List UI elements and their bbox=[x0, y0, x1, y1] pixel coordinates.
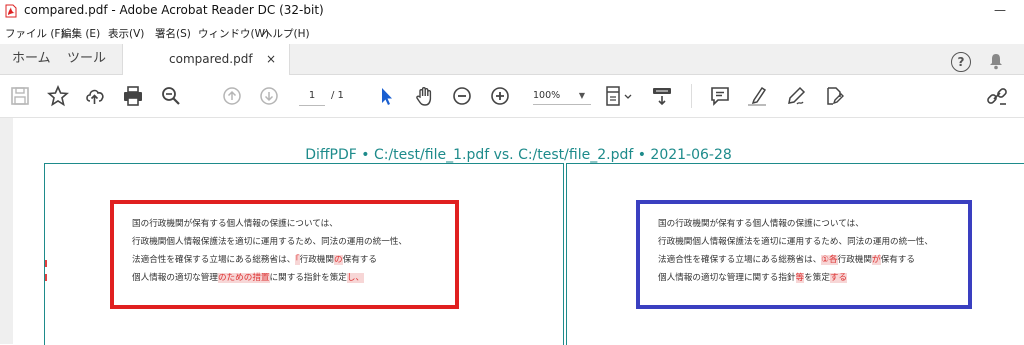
bookmark-star-icon[interactable] bbox=[46, 84, 70, 108]
zoom-search-icon[interactable] bbox=[159, 84, 183, 108]
menu-bar: ファイル (F) 編集 (E) 表示(V) 署名(S) ウィンドウ(W) ヘルプ… bbox=[0, 23, 1024, 43]
document-area[interactable]: DiffPDF • C:/test/file_1.pdf vs. C:/test… bbox=[0, 118, 1024, 345]
page-total: / 1 bbox=[331, 90, 344, 101]
hand-tool-icon[interactable] bbox=[413, 84, 437, 108]
diff-highlight: のための措置 bbox=[217, 273, 270, 283]
help-icon[interactable]: ? bbox=[951, 52, 971, 72]
diff-highlight: 等 bbox=[795, 273, 805, 283]
page-down-icon[interactable] bbox=[257, 84, 281, 108]
left-diff-box: 国の行政機関が保有する個人情報の保護については、 行政機関個人情報保護法を適切に… bbox=[110, 200, 459, 309]
comment-icon[interactable] bbox=[708, 84, 732, 108]
zoom-in-icon[interactable] bbox=[488, 84, 512, 108]
toolbar: 1 / 1 100% ▼ bbox=[0, 75, 1024, 118]
text-line: 法適合性を確保する立場にある総務省は、「行政機関の保有する bbox=[132, 255, 377, 265]
page-up-icon[interactable] bbox=[220, 84, 244, 108]
diff-highlight: の bbox=[333, 255, 343, 265]
text-line: 国の行政機関が保有する個人情報の保護については、 bbox=[658, 219, 864, 229]
zoom-value: 100% bbox=[533, 90, 561, 101]
diff-marker bbox=[45, 274, 47, 281]
acrobat-app-icon bbox=[5, 4, 17, 18]
menu-view[interactable]: 表示(V) bbox=[108, 26, 144, 41]
right-file-panel: 国の行政機関が保有する個人情報の保護については、 行政機関個人情報保護法を適切に… bbox=[566, 163, 1024, 345]
menu-edit[interactable]: 編集 (E) bbox=[61, 26, 100, 41]
diff-header: DiffPDF • C:/test/file_1.pdf vs. C:/test… bbox=[305, 147, 732, 163]
left-file-panel: 国の行政機関が保有する個人情報の保護については、 行政機関個人情報保護法を適切に… bbox=[44, 163, 564, 345]
toolbar-divider bbox=[691, 84, 692, 108]
menu-help[interactable]: ヘルプ(H) bbox=[262, 26, 310, 41]
tabs-row: ホーム ツール compared.pdf × bbox=[0, 44, 1024, 75]
fit-page-icon[interactable] bbox=[603, 84, 635, 108]
document-tab-label: compared.pdf bbox=[169, 52, 253, 66]
text-line: 個人情報の適切な管理のための措置に関する指針を策定し、 bbox=[132, 273, 365, 283]
share-link-icon[interactable] bbox=[985, 84, 1009, 108]
text-line: 個人情報の適切な管理に関する指針等を策定する bbox=[658, 273, 848, 283]
sign-pen-icon[interactable] bbox=[784, 84, 808, 108]
menu-file[interactable]: ファイル (F) bbox=[5, 26, 65, 41]
diff-highlight: し、 bbox=[346, 273, 365, 283]
text-line: 行政機関個人情報保護法を適切に運用するため、同法の運用の統一性、 bbox=[658, 237, 934, 247]
highlight-pen-icon[interactable] bbox=[745, 84, 769, 108]
chevron-down-icon: ▼ bbox=[578, 91, 585, 100]
menu-window[interactable]: ウィンドウ(W) bbox=[198, 26, 269, 41]
diff-highlight: する bbox=[829, 273, 848, 283]
diff-highlight: が bbox=[872, 255, 881, 265]
text-line: 国の行政機関が保有する個人情報の保護については、 bbox=[132, 219, 338, 229]
window-title: compared.pdf - Adobe Acrobat Reader DC (… bbox=[24, 3, 324, 17]
text-line: 行政機関個人情報保護法を適切に運用するため、同法の運用の統一性、 bbox=[132, 237, 408, 247]
navigation-pane-gutter bbox=[0, 118, 13, 344]
page-number-input[interactable]: 1 bbox=[299, 87, 325, 106]
tab-tools[interactable]: ツール bbox=[67, 44, 106, 74]
title-bar: compared.pdf - Adobe Acrobat Reader DC (… bbox=[0, 0, 1024, 22]
print-icon[interactable] bbox=[121, 84, 145, 108]
scroll-mode-icon[interactable] bbox=[650, 84, 674, 108]
save-icon[interactable] bbox=[8, 84, 32, 108]
diff-marker bbox=[45, 260, 47, 267]
select-arrow-icon[interactable] bbox=[374, 84, 398, 108]
close-tab-button[interactable]: × bbox=[266, 44, 276, 74]
zoom-out-icon[interactable] bbox=[450, 84, 474, 108]
diff-highlight: ①各 bbox=[821, 255, 838, 265]
menu-sign[interactable]: 署名(S) bbox=[155, 26, 191, 41]
text-line: 法適合性を確保する立場にある総務省は、①各行政機関が保有する bbox=[658, 255, 915, 265]
fill-sign-icon[interactable] bbox=[822, 84, 846, 108]
minimize-button[interactable]: — bbox=[990, 1, 1010, 19]
left-paragraph: 国の行政機関が保有する個人情報の保護については、 行政機関個人情報保護法を適切に… bbox=[132, 215, 407, 287]
notification-bell-icon[interactable] bbox=[988, 52, 1004, 70]
tab-document[interactable]: compared.pdf × bbox=[122, 44, 290, 75]
right-paragraph: 国の行政機関が保有する個人情報の保護については、 行政機関個人情報保護法を適切に… bbox=[658, 215, 933, 287]
tab-home[interactable]: ホーム bbox=[12, 44, 51, 74]
right-diff-box: 国の行政機関が保有する個人情報の保護については、 行政機関個人情報保護法を適切に… bbox=[636, 200, 972, 309]
zoom-dropdown[interactable]: 100% ▼ bbox=[533, 87, 591, 105]
pdf-page: DiffPDF • C:/test/file_1.pdf vs. C:/test… bbox=[13, 118, 1024, 345]
upload-cloud-icon[interactable] bbox=[84, 84, 108, 108]
